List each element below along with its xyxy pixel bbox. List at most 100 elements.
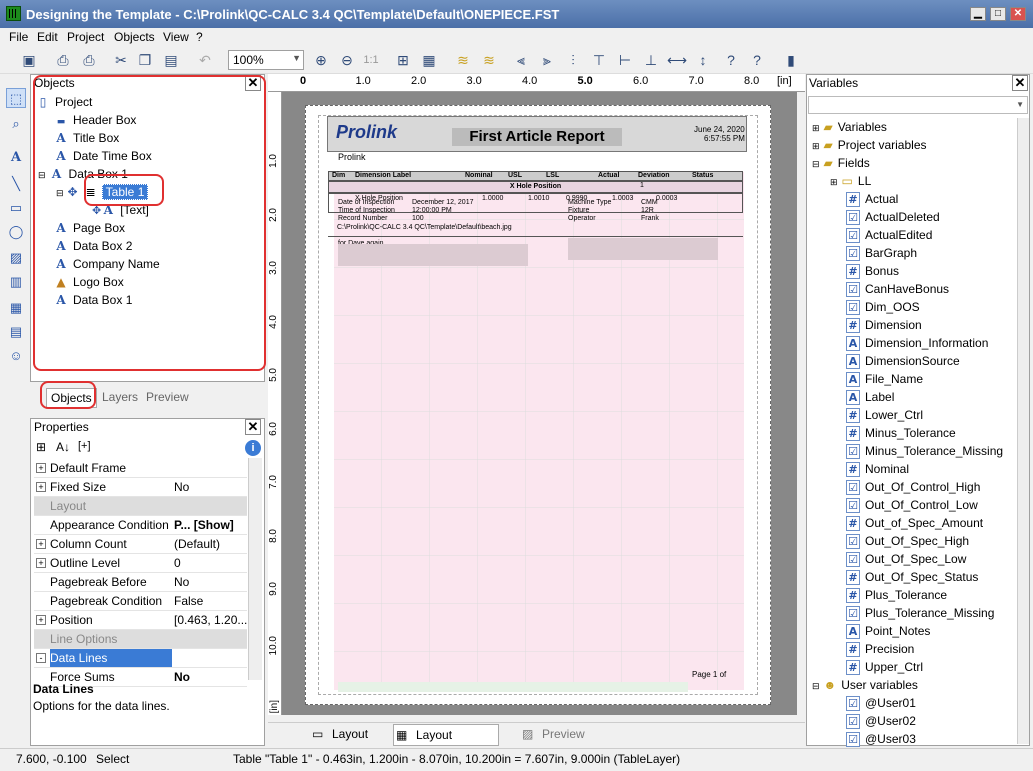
variable-field[interactable]: # Upper_Ctrl [846, 658, 923, 676]
property-row[interactable]: + Fixed Size No [34, 478, 247, 497]
minimize-button[interactable]: ▁ [970, 7, 986, 21]
expand-icon[interactable]: ⊟ [812, 159, 820, 169]
tab-preview-bottom[interactable]: ▨ Preview [520, 724, 585, 746]
zoom-in-icon[interactable]: ⊕ [310, 50, 332, 70]
expand-icon[interactable]: + [36, 615, 46, 625]
undo-icon[interactable]: ↶ [194, 50, 216, 70]
property-row[interactable]: + Column Count (Default) [34, 535, 247, 554]
variable-field[interactable]: ☑ BarGraph [846, 244, 917, 262]
save-icon[interactable]: ▣ [18, 50, 40, 70]
tab-layout-preview[interactable]: ▦Layout Preview [393, 724, 499, 762]
user-tool-icon[interactable]: ☺ [6, 346, 26, 366]
rectangle-tool-icon[interactable]: ▭ [6, 198, 26, 218]
variables-scrollbar[interactable] [1017, 118, 1029, 744]
variables-search-input[interactable]: ▼ [808, 96, 1028, 114]
variable-group-user[interactable]: ⊟ ☻ User variables [812, 676, 918, 694]
line-tool-icon[interactable]: ╲ [6, 174, 26, 194]
variable-field[interactable]: ☑ Minus_Tolerance_Missing [846, 442, 1003, 460]
variable-field[interactable]: # Dimension [846, 316, 922, 334]
variable-field[interactable]: A Point_Notes [846, 622, 930, 640]
menu-file[interactable]: File [9, 30, 28, 44]
property-row[interactable]: + Outline Level 0 [34, 554, 247, 573]
property-row[interactable]: - Data Lines [34, 649, 247, 668]
select-tool-icon[interactable]: ⬚ [6, 88, 26, 108]
info-icon[interactable]: i [245, 440, 261, 456]
variable-field[interactable]: A File_Name [846, 370, 923, 388]
property-row[interactable]: Appearance Condition P... [Show] [34, 516, 247, 535]
property-row[interactable]: Line Options [34, 630, 247, 649]
variable-field[interactable]: ☑ Plus_Tolerance_Missing [846, 604, 994, 622]
close-button[interactable]: ✕ [1010, 7, 1026, 21]
variable-group[interactable]: ⊟ ▰ Fields [812, 154, 870, 172]
same-width-icon[interactable]: ⟷ [666, 50, 688, 70]
align-left-icon[interactable]: ⫷ [510, 50, 532, 70]
menu-view[interactable]: View [163, 30, 189, 44]
text-tool-icon[interactable]: A [6, 148, 26, 168]
expand-icon[interactable]: - [36, 653, 46, 663]
align-top-icon[interactable]: ⊤ [588, 50, 610, 70]
menu-objects[interactable]: Objects [114, 30, 155, 44]
ellipse-tool-icon[interactable]: ◯ [6, 222, 26, 242]
property-row[interactable]: + Default Frame [34, 459, 247, 478]
zoom-select[interactable]: 100% ▼ [228, 50, 304, 70]
print-icon[interactable]: ⎙ [52, 50, 74, 70]
variable-field[interactable]: # Out_Of_Spec_Status [846, 568, 978, 586]
expand-icon[interactable]: + [36, 539, 46, 549]
help-icon[interactable]: ? [720, 50, 742, 70]
property-value[interactable]: False [174, 592, 247, 610]
variable-field[interactable]: # Plus_Tolerance [846, 586, 947, 604]
property-row[interactable]: Pagebreak Condition False [34, 592, 247, 611]
property-value[interactable]: [0.463, 1.20... [174, 611, 247, 629]
variable-field[interactable]: # Precision [846, 640, 914, 658]
layers-icon[interactable]: ≋ [452, 50, 474, 70]
copy-icon[interactable]: ❐ [134, 50, 156, 70]
align-middle-icon[interactable]: ⊢ [614, 50, 636, 70]
variable-field[interactable]: # Nominal [846, 460, 909, 478]
tab-layout[interactable]: ▭ Layout [310, 724, 368, 746]
user-variable[interactable]: ☑ @User02 [846, 712, 916, 730]
variable-field[interactable]: ☑ Dim_OOS [846, 298, 920, 316]
zoom-ratio[interactable]: 1:1 [360, 50, 382, 70]
menu-help[interactable]: ? [196, 30, 203, 44]
sort-category-icon[interactable]: ⊞ [36, 440, 46, 454]
variable-field[interactable]: ☑ CanHaveBonus [846, 280, 949, 298]
variable-field[interactable]: # Lower_Ctrl [846, 406, 923, 424]
align-center-icon[interactable]: ⫸ [536, 50, 558, 70]
context-help-icon[interactable]: ? [746, 50, 768, 70]
menu-edit[interactable]: Edit [37, 30, 58, 44]
grid-icon[interactable]: ⊞ [392, 50, 414, 70]
data-box-1[interactable] [568, 238, 718, 260]
expand-icon[interactable]: + [36, 558, 46, 568]
expand-icon[interactable]: + [36, 482, 46, 492]
variable-field[interactable]: ☑ Out_Of_Control_Low [846, 496, 978, 514]
properties-icon[interactable]: ▦ [418, 50, 440, 70]
form-tool-icon[interactable]: ▤ [6, 322, 26, 342]
variable-field[interactable]: ☑ Out_Of_Control_High [846, 478, 980, 496]
variable-group[interactable]: ⊞ ▰ Variables [812, 118, 887, 136]
sort-alpha-icon[interactable]: A↓ [56, 440, 70, 454]
zoom-tool-icon[interactable]: ⌕ [6, 114, 26, 134]
align-right-icon[interactable]: ⫶ [562, 50, 584, 70]
properties-scrollbar[interactable] [248, 458, 262, 680]
maximize-button[interactable]: □ [990, 7, 1006, 21]
same-height-icon[interactable]: ↕ [692, 50, 714, 70]
expand-icon[interactable]: ⊞ [812, 141, 820, 151]
variable-field[interactable]: # Minus_Tolerance [846, 424, 956, 442]
variable-field[interactable]: ☑ ActualEdited [846, 226, 932, 244]
variable-field[interactable]: A Dimension_Information [846, 334, 988, 352]
barcode-tool-icon[interactable]: ▥ [6, 272, 26, 292]
layers-down-icon[interactable]: ≋ [478, 50, 500, 70]
paste-icon[interactable]: ▤ [160, 50, 182, 70]
variable-field[interactable]: ☑ Out_Of_Spec_Low [846, 550, 966, 568]
table-tool-icon[interactable]: ▦ [6, 298, 26, 318]
expand-icon[interactable]: ⊞ [830, 177, 838, 187]
property-value[interactable]: P... [Show] [174, 516, 247, 534]
table-group-row[interactable]: X Hole Position [328, 181, 743, 193]
property-value[interactable]: No [174, 478, 247, 496]
property-value[interactable]: (Default) [174, 535, 247, 553]
expand-icon[interactable]: ⊞ [812, 123, 820, 133]
variable-group-ll[interactable]: ⊞ ▭ LL [830, 172, 871, 190]
property-row[interactable]: Layout [34, 497, 247, 516]
variable-field[interactable]: ☑ Out_Of_Spec_High [846, 532, 969, 550]
properties-close-button[interactable]: ✕ [245, 419, 261, 435]
